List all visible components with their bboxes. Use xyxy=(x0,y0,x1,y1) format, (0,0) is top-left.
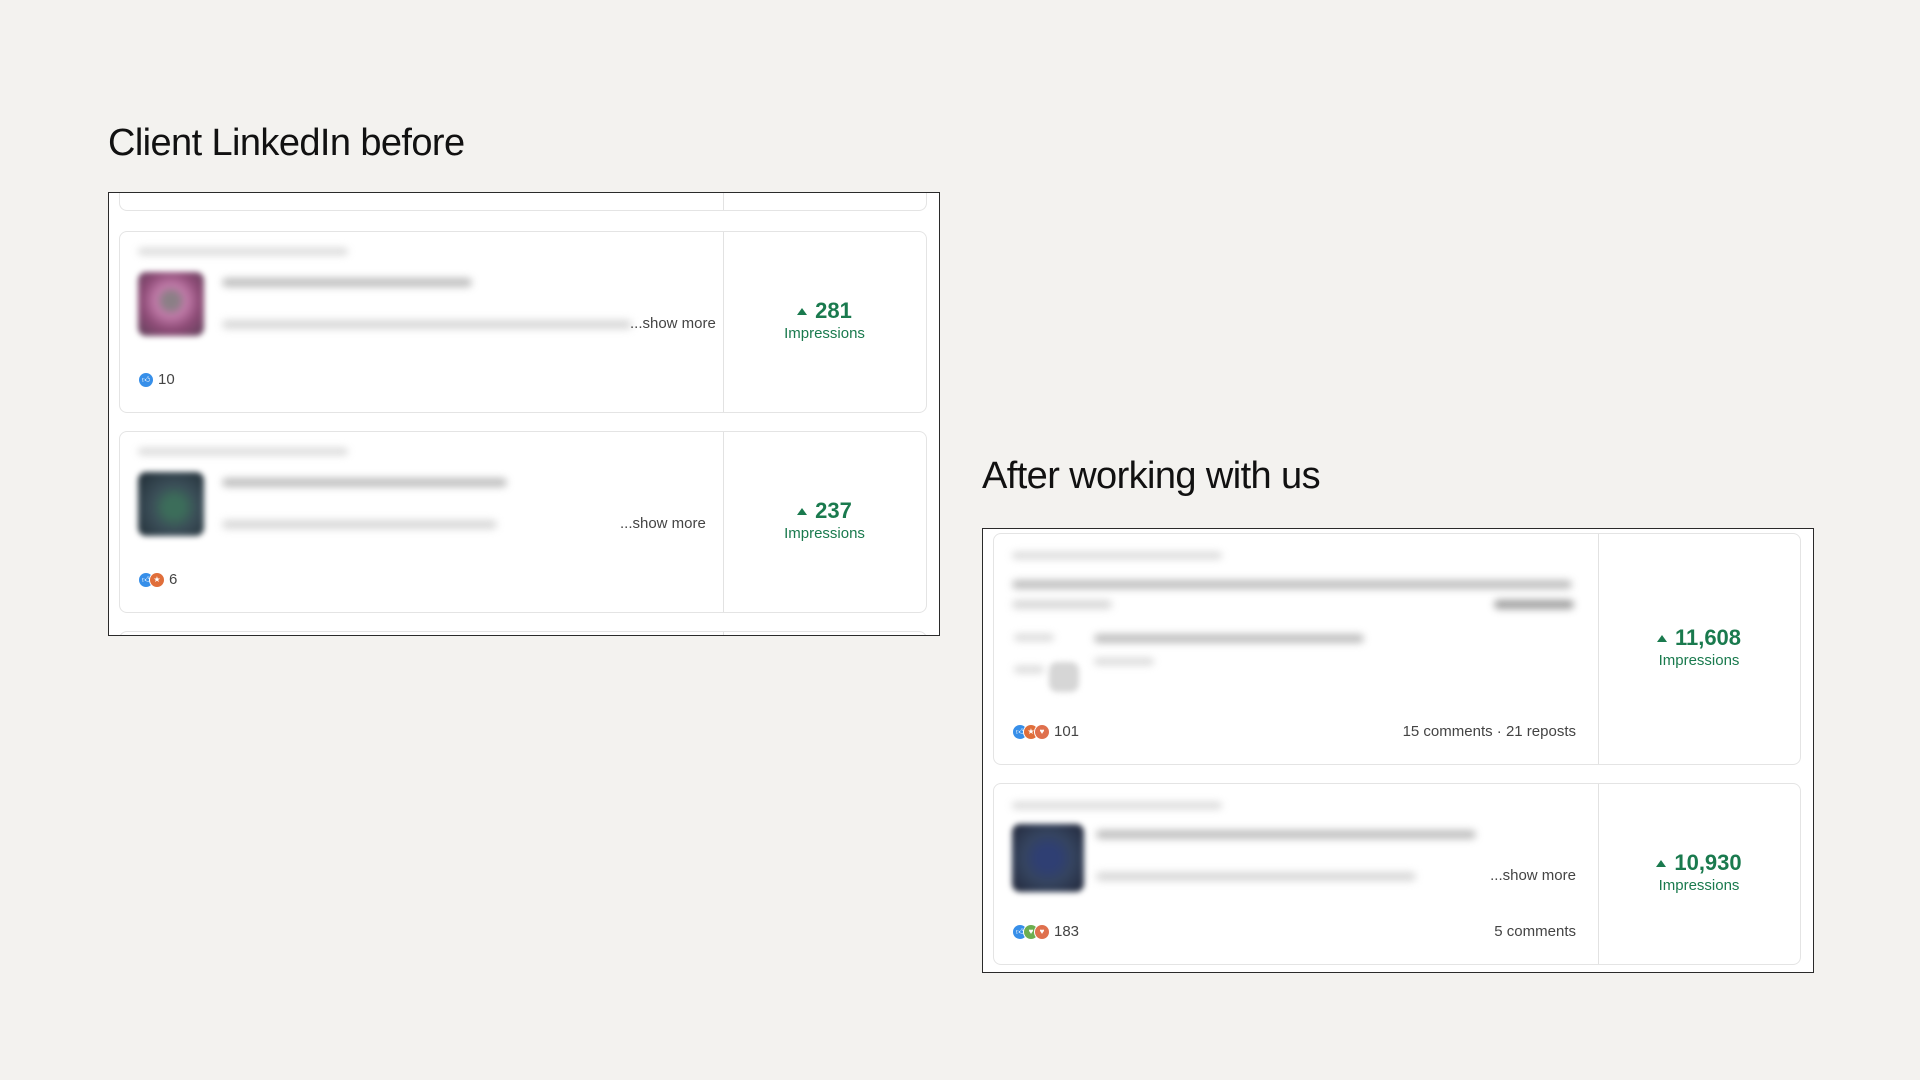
post-thumbnail xyxy=(1049,662,1079,692)
celebrate-reaction-icon: ★ xyxy=(149,571,165,588)
post-card[interactable]: ...show more 👍︎ 10 281 Impressions xyxy=(119,231,927,413)
reactions-count: 10 xyxy=(158,371,175,388)
impressions-stat: 281 Impressions xyxy=(723,298,926,343)
show-more-link[interactable]: ...show more xyxy=(1490,867,1576,884)
post-card[interactable]: ...show more 👍︎ ♥ ♥ 183 5 comments 10,93… xyxy=(993,783,1801,965)
impressions-label: Impressions xyxy=(784,525,865,543)
reactions-count: 183 xyxy=(1054,923,1080,940)
impressions-label: Impressions xyxy=(1658,652,1740,670)
impressions-value: 237 xyxy=(815,498,852,523)
post-thumbnail xyxy=(138,272,204,336)
reactions-count: 6 xyxy=(169,571,178,588)
comments-reposts-link[interactable]: 15 comments · 21 reposts xyxy=(1403,723,1576,740)
post-card-partial xyxy=(119,193,927,211)
impressions-label: Impressions xyxy=(1658,877,1740,895)
love-reaction-icon: ♥ xyxy=(1034,723,1050,740)
show-more-link[interactable]: ...show more xyxy=(630,315,716,332)
impressions-value: 281 xyxy=(815,298,852,323)
like-reaction-icon: 👍︎ xyxy=(138,371,154,388)
impressions-value: 10,930 xyxy=(1674,850,1742,875)
love-reaction-icon: ♥ xyxy=(1034,923,1050,940)
reactions-summary[interactable]: 👍︎ 10 xyxy=(138,371,175,388)
show-more-link[interactable]: ...show more xyxy=(620,515,706,532)
reactions-summary[interactable]: 👍︎ ★ 6 xyxy=(138,571,177,588)
post-card[interactable]: 👍︎ ★ ♥ 101 15 comments · 21 reposts 11,6… xyxy=(993,533,1801,765)
post-thumbnail xyxy=(1012,824,1084,892)
after-posts-panel: 👍︎ ★ ♥ 101 15 comments · 21 reposts 11,6… xyxy=(982,528,1814,973)
impressions-label: Impressions xyxy=(784,325,865,343)
impressions-stat: 10,930 Impressions xyxy=(1598,850,1800,895)
comparison-slide: Client LinkedIn before ...show more 👍︎ 1… xyxy=(0,0,1920,1080)
post-card[interactable]: ...show more 👍︎ ★ 6 237 Impressions xyxy=(119,431,927,613)
trend-up-icon xyxy=(1656,859,1667,867)
comments-link[interactable]: 5 comments xyxy=(1494,923,1576,940)
before-posts-panel: ...show more 👍︎ 10 281 Impressions ...sh… xyxy=(108,192,940,636)
reactions-count: 101 xyxy=(1054,723,1080,740)
impressions-value: 11,608 xyxy=(1674,625,1742,650)
reactions-summary[interactable]: 👍︎ ♥ ♥ 183 xyxy=(1012,923,1079,940)
trend-up-icon xyxy=(797,507,808,515)
post-thumbnail xyxy=(138,472,204,536)
reactions-summary[interactable]: 👍︎ ★ ♥ 101 xyxy=(1012,723,1079,740)
impressions-stat: 237 Impressions xyxy=(723,498,926,543)
after-section-title: After working with us xyxy=(982,455,1321,497)
post-card-partial xyxy=(119,631,927,635)
impressions-stat: 11,608 Impressions xyxy=(1598,625,1800,670)
trend-up-icon xyxy=(797,307,808,315)
trend-up-icon xyxy=(1656,634,1667,642)
before-section-title: Client LinkedIn before xyxy=(108,122,465,164)
